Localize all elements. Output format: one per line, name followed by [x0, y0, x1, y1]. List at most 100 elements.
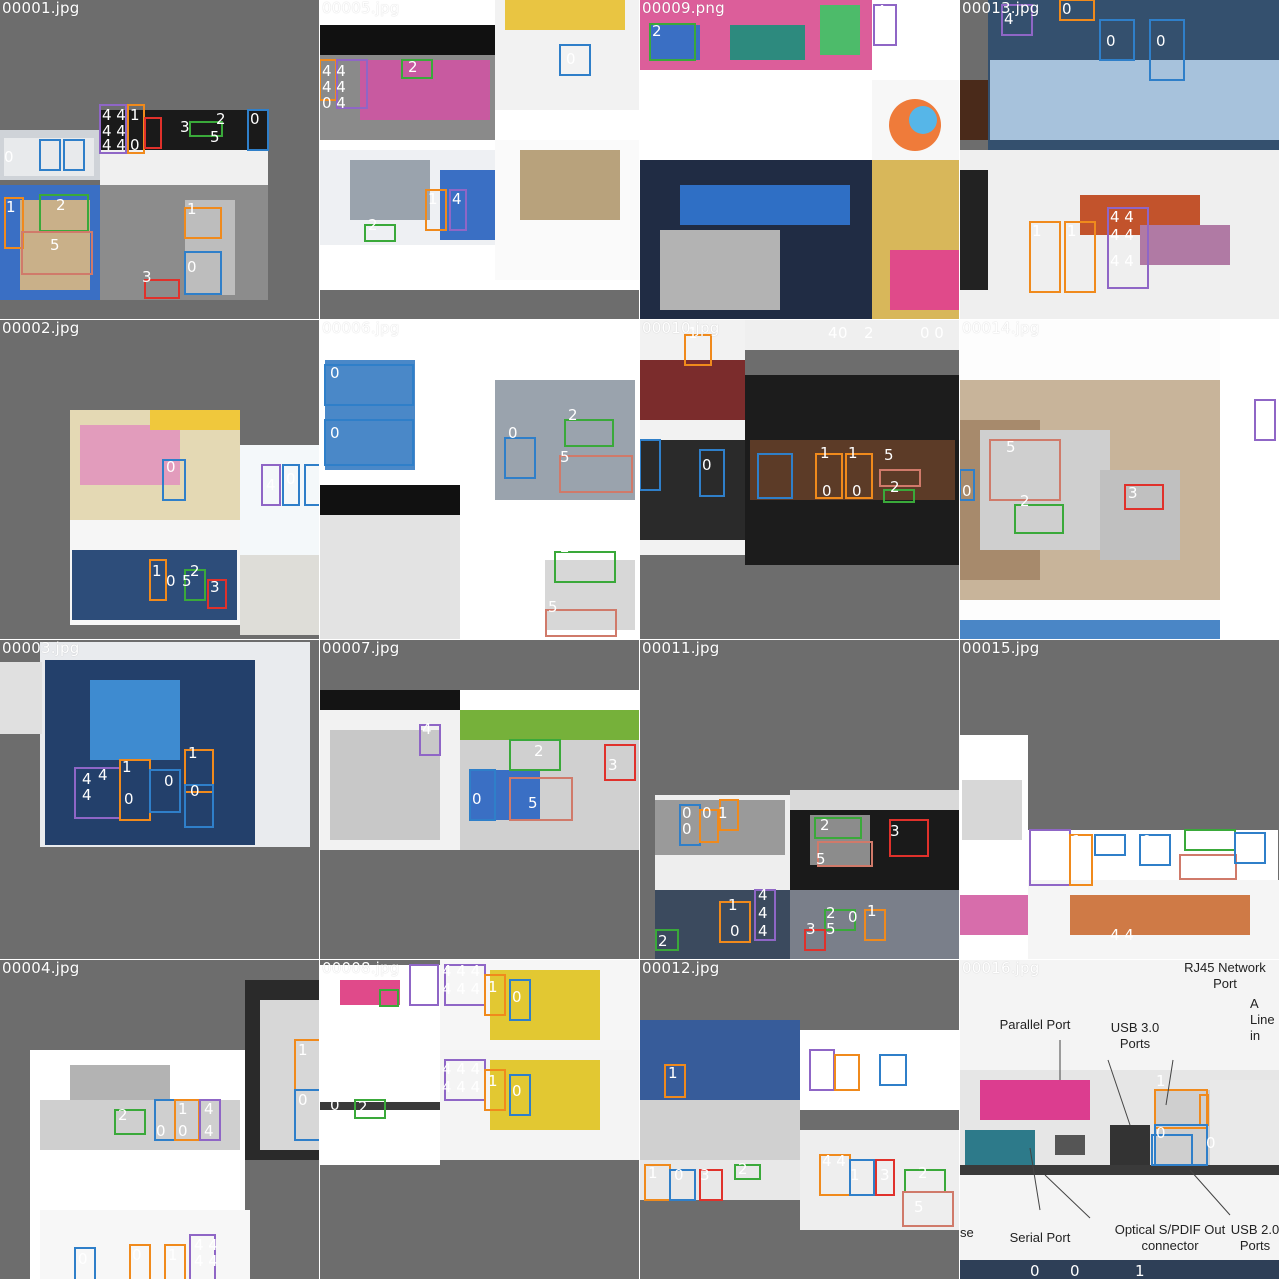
svg-text:0: 0 — [1142, 832, 1152, 850]
svg-text:3: 3 — [806, 920, 816, 938]
tile-00012[interactable]: 1 4 4 1 0 1 0 2 3 4 4 1 3 2 5 00012.jpg — [640, 960, 960, 1280]
svg-text:4: 4 — [758, 886, 768, 904]
tile-00013[interactable]: 4 0 0 0 1 1 4 4 4 4 4 4 00013.jpg — [960, 0, 1280, 320]
svg-text:2: 2 — [738, 1160, 748, 1178]
svg-text:1: 1 — [152, 562, 162, 580]
svg-text:0 0: 0 0 — [920, 324, 944, 342]
caption-audio: A Line in — [1250, 996, 1275, 1043]
svg-text:2: 2 — [568, 406, 578, 424]
svg-text:0: 0 — [730, 922, 740, 940]
tile-image: 4 0 0 0 1 1 4 4 4 4 4 4 — [960, 0, 1279, 319]
tile-image: 1 1 5 2 0 0 1 0 4 0 2 0 0 — [640, 320, 959, 565]
svg-text:2: 2 — [918, 1164, 928, 1182]
svg-text:4 4: 4 4 — [194, 1252, 218, 1270]
svg-text:5: 5 — [560, 448, 570, 466]
svg-text:0: 0 — [78, 1250, 88, 1268]
svg-text:2: 2 — [56, 196, 66, 214]
svg-text:2: 2 — [190, 562, 200, 580]
svg-text:0: 0 — [1156, 32, 1166, 50]
tile-00016[interactable]: 1 0 0 0 0 1 RJ45 Network Port Parallel P… — [960, 960, 1280, 1280]
svg-text:4: 4 — [1256, 402, 1266, 420]
svg-text:4 4 4: 4 4 4 — [442, 980, 480, 998]
tile-image: 2 3 5 4 0 — [960, 320, 1279, 639]
svg-text:4: 4 — [422, 720, 432, 738]
svg-text:4 4 4: 4 4 4 — [442, 1078, 480, 1096]
tile-00004[interactable]: 2 0 1 0 4 4 1 0 1 4 4 4 4 0 0 00004.jpg — [0, 960, 320, 1280]
svg-text:3: 3 — [608, 756, 618, 774]
svg-text:4 4: 4 4 — [1110, 226, 1134, 244]
tile-image: 1 4 4 1 0 1 0 2 3 4 4 1 3 2 5 — [640, 1020, 959, 1230]
tile-filename: 00004.jpg — [2, 960, 80, 977]
tile-00010[interactable]: 1 1 5 2 0 0 1 0 4 0 2 0 0 00010.jpg — [640, 320, 960, 640]
svg-text:1: 1 — [668, 1064, 678, 1082]
caption-usb2: USB 2.0 Ports — [1230, 1222, 1280, 1253]
svg-text:0: 0 — [822, 482, 832, 500]
tile-image: 0 0 0 1 2 5 3 1 0 2 4 4 4 2 5 0 1 3 — [655, 790, 959, 959]
svg-text:0: 0 — [472, 790, 482, 808]
svg-text:0: 0 — [164, 772, 174, 790]
tile-image: 0 0 2 5 0 2 5 — [320, 320, 639, 639]
tile-image: 4 2 5 3 0 — [320, 690, 639, 850]
svg-text:5: 5 — [548, 598, 558, 616]
caption-se: se — [960, 1225, 974, 1240]
tile-filename: 00010.jpg — [642, 320, 720, 337]
tile-00008[interactable]: 4 4 4 4 4 4 1 0 4 4 4 4 4 4 1 0 2 0 0000… — [320, 960, 640, 1280]
tile-00002[interactable]: 0 4 0 1 0 5 2 3 00002.jpg — [0, 320, 320, 640]
svg-text:1: 1 — [1156, 1072, 1166, 1090]
svg-text:2: 2 — [658, 932, 668, 950]
svg-text:4: 4 — [828, 324, 838, 342]
svg-text:5: 5 — [1182, 856, 1192, 874]
tile-00011[interactable]: 0 0 0 1 2 5 3 1 0 2 4 4 4 2 5 0 1 3 0001… — [640, 640, 960, 960]
svg-text:2: 2 — [820, 816, 830, 834]
svg-text:5: 5 — [826, 920, 836, 938]
tile-filename: 00013.jpg — [962, 0, 1040, 17]
tile-filename: 00001.jpg — [2, 0, 80, 17]
tile-filename: 00012.jpg — [642, 960, 720, 977]
svg-text:5: 5 — [914, 1198, 924, 1216]
svg-text:4: 4 — [876, 2, 886, 20]
svg-text:5: 5 — [210, 128, 220, 146]
svg-text:0: 0 — [156, 1122, 166, 1140]
svg-text:2: 2 — [534, 742, 544, 760]
tile-00006[interactable]: 0 0 2 5 0 2 5 00006.jpg — [320, 320, 640, 640]
tile-00009[interactable]: 2 4 4 00009.png — [640, 0, 960, 320]
svg-text:1: 1 — [1032, 222, 1042, 240]
svg-text:3: 3 — [1128, 484, 1138, 502]
svg-text:0: 0 — [838, 324, 848, 342]
svg-text:4 4: 4 4 — [822, 1152, 846, 1170]
svg-text:0: 0 — [132, 1246, 142, 1264]
svg-text:1: 1 — [1067, 222, 1077, 240]
tile-filename: 00005.jpg — [322, 0, 400, 17]
svg-text:1: 1 — [6, 198, 16, 216]
svg-text:0: 0 — [674, 1166, 684, 1184]
tile-00015[interactable]: 4 4 4 4 4 1 0 0 2 5 0 4 4 00015.jpg — [960, 640, 1280, 960]
svg-text:5: 5 — [816, 850, 826, 868]
svg-text:1: 1 — [488, 1072, 498, 1090]
tile-00014[interactable]: 2 3 5 4 0 00014.jpg — [960, 320, 1280, 640]
tile-image: 2 0 1 0 4 4 1 0 1 4 4 4 4 0 0 — [30, 980, 319, 1279]
svg-text:2: 2 — [864, 324, 874, 342]
svg-text:0: 0 — [682, 820, 692, 838]
tile-00005[interactable]: 4 4 4 4 0 4 2 0 2 1 4 00005.jpg — [320, 0, 640, 320]
svg-text:2: 2 — [1020, 492, 1030, 510]
svg-text:0: 0 — [1030, 1262, 1040, 1280]
svg-text:0: 0 — [1156, 1124, 1166, 1142]
svg-text:0: 0 — [124, 790, 134, 808]
svg-text:1: 1 — [488, 978, 498, 996]
svg-text:0: 0 — [250, 110, 260, 128]
svg-text:5: 5 — [528, 794, 538, 812]
svg-text:0: 0 — [178, 1122, 188, 1140]
svg-text:0: 0 — [187, 258, 197, 276]
svg-text:0: 0 — [962, 482, 972, 500]
tile-00003[interactable]: 4 4 4 1 0 0 1 0 00003.jpg — [0, 640, 320, 960]
tile-filename: 00003.jpg — [2, 640, 80, 657]
caption-rj45: RJ45 Network Port — [1184, 960, 1266, 991]
svg-text:1: 1 — [850, 1166, 860, 1184]
svg-text:4: 4 — [758, 904, 768, 922]
svg-text:0: 0 — [1106, 32, 1116, 50]
svg-text:2: 2 — [890, 478, 900, 496]
tile-00001[interactable]: 4 4 4 4 4 4 1 0 3 2 0 5 2 1 5 1 0 3 0 00… — [0, 0, 320, 320]
svg-text:5: 5 — [50, 236, 60, 254]
tile-00007[interactable]: 4 2 5 3 0 00007.jpg — [320, 640, 640, 960]
svg-text:0: 0 — [1206, 1134, 1216, 1152]
